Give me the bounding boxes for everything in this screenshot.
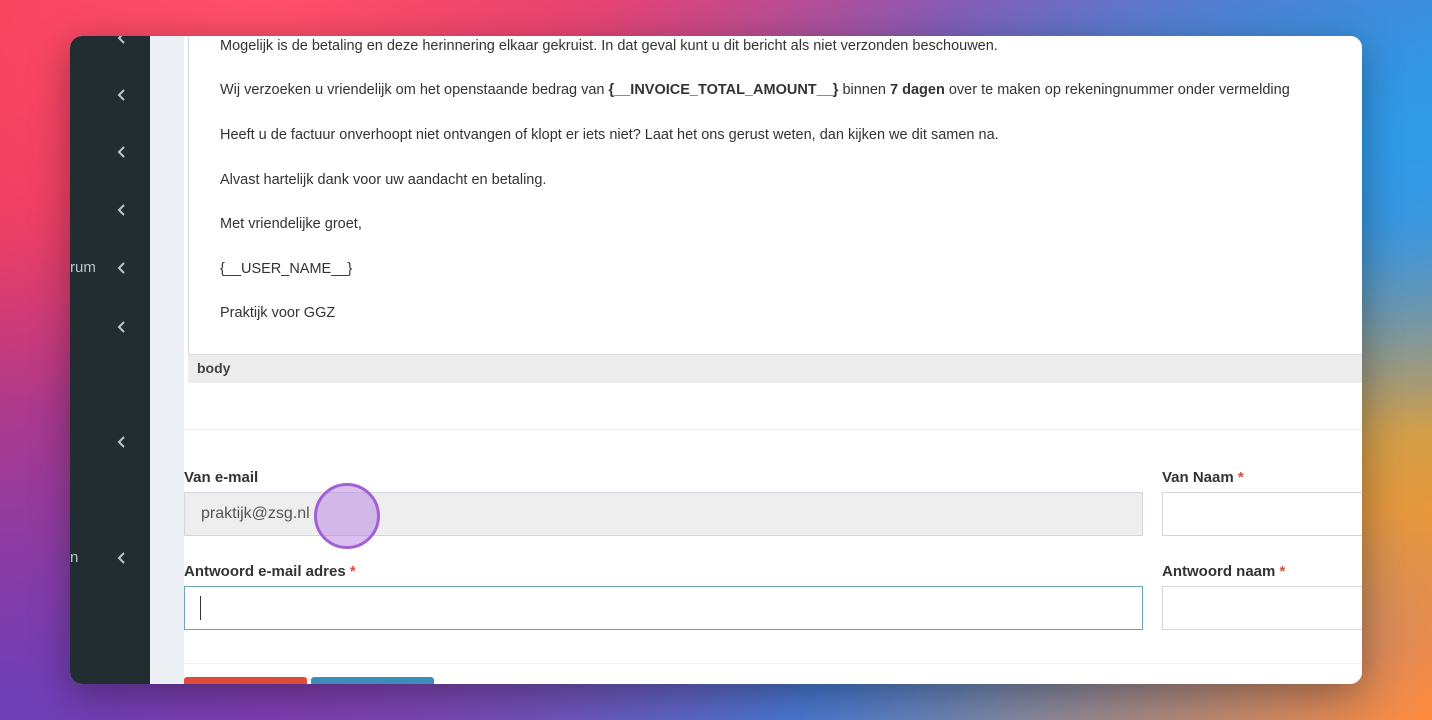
sidebar: rum n bbox=[70, 36, 150, 684]
from-name-label: Van Naam * bbox=[1162, 469, 1244, 486]
sidebar-item[interactable] bbox=[70, 36, 150, 50]
editor-element-path: body bbox=[197, 360, 231, 376]
sidebar-item[interactable]: n bbox=[70, 546, 150, 570]
chevron-left-icon bbox=[117, 146, 125, 158]
chevron-left-icon bbox=[117, 436, 125, 448]
chevron-left-icon bbox=[117, 552, 125, 564]
cancel-button[interactable] bbox=[184, 677, 307, 684]
chevron-left-icon bbox=[117, 321, 125, 333]
sidebar-item[interactable]: rum bbox=[70, 256, 150, 280]
reply-email-input[interactable] bbox=[184, 586, 1143, 630]
chevron-left-icon bbox=[117, 89, 125, 101]
from-email-label: Van e-mail bbox=[184, 469, 259, 486]
click-indicator bbox=[314, 483, 380, 549]
editor-line: Met vriendelijke groet, bbox=[220, 216, 362, 232]
editor-line: Praktijk voor GGZ bbox=[220, 305, 336, 321]
editor-line: Heeft u de factuur onverhoopt niet ontva… bbox=[220, 127, 999, 143]
reply-email-label: Antwoord e-mail adres * bbox=[184, 563, 356, 580]
editor-line: Wij verzoeken u vriendelijk om het opens… bbox=[220, 82, 1290, 98]
content-gutter bbox=[150, 36, 184, 684]
main-content: Mogelijk is de betaling en deze herinner… bbox=[184, 36, 1362, 684]
reply-name-input[interactable] bbox=[1162, 586, 1362, 630]
chevron-left-icon bbox=[117, 36, 125, 44]
sidebar-item[interactable] bbox=[70, 198, 150, 222]
editor-line: Alvast hartelijk dank voor uw aandacht e… bbox=[220, 172, 547, 188]
sidebar-item[interactable] bbox=[70, 430, 150, 454]
from-name-input[interactable] bbox=[1162, 492, 1362, 536]
save-button[interactable] bbox=[311, 677, 434, 684]
divider bbox=[184, 429, 1362, 430]
chevron-left-icon bbox=[117, 262, 125, 274]
editor-statusbar: body bbox=[188, 354, 1362, 383]
editor-line: {__USER_NAME__} bbox=[220, 261, 353, 277]
sidebar-item[interactable] bbox=[70, 83, 150, 107]
divider bbox=[184, 663, 1362, 664]
reply-name-label: Antwoord naam * bbox=[1162, 563, 1286, 580]
sidebar-item[interactable] bbox=[70, 140, 150, 164]
email-body-editor[interactable]: Mogelijk is de betaling en deze herinner… bbox=[188, 36, 1362, 383]
chevron-left-icon bbox=[117, 204, 125, 216]
text-caret bbox=[200, 596, 201, 620]
editor-line: Mogelijk is de betaling en deze herinner… bbox=[220, 38, 998, 54]
app-window: rum n Mogelijk is de betaling en deze he… bbox=[70, 36, 1362, 684]
sidebar-item[interactable] bbox=[70, 315, 150, 339]
